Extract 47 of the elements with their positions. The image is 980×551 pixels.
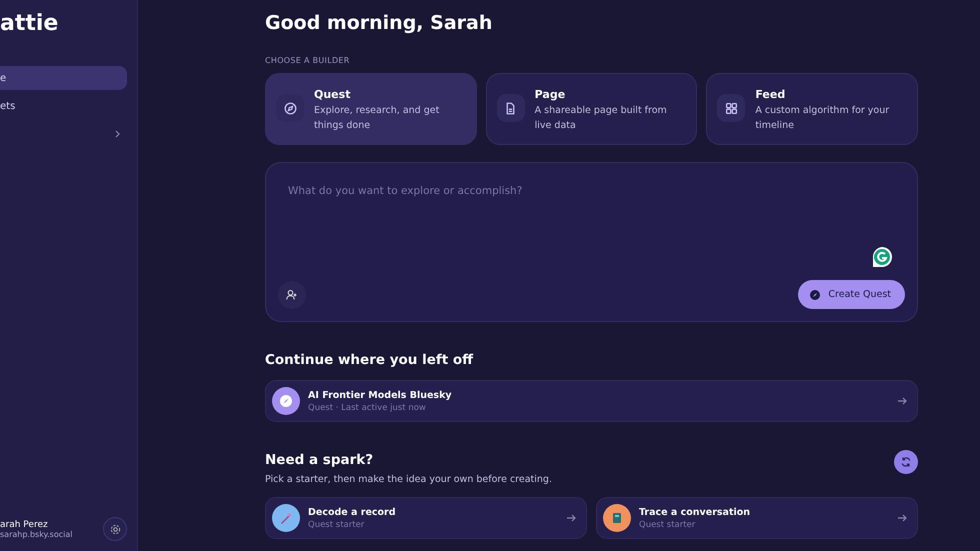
- add-person-icon: [286, 289, 298, 301]
- builder-card[interactable]: Page A shareable page built from live data: [486, 73, 698, 145]
- document-icon: [504, 102, 518, 114]
- section-heading: Need a spark?: [265, 452, 374, 468]
- writing-assistant-icon[interactable]: [871, 246, 893, 268]
- create-quest-button[interactable]: Create Quest: [798, 280, 905, 309]
- greeting: Good morning, Sarah: [265, 12, 494, 34]
- builder-description: Explore, research, and get things done: [314, 104, 440, 133]
- starter-title: Trace a conversation: [639, 506, 750, 518]
- section-subtitle: Pick a starter, then make the idea your own before creating.: [265, 474, 552, 485]
- recent-meta: Quest · Last active just now: [308, 402, 427, 412]
- grid-icon: [724, 102, 738, 114]
- profile-name: arah Perez: [0, 520, 49, 530]
- refresh-button[interactable]: [894, 450, 918, 474]
- starter-title: Decode a record: [308, 506, 396, 518]
- nav-item[interactable]: e: [0, 66, 127, 90]
- starter-meta: Quest starter: [308, 520, 366, 530]
- compass-icon: [284, 102, 296, 114]
- app-logo: attie: [0, 10, 60, 38]
- profile-handle: sarahp.bsky.social: [0, 530, 72, 538]
- compass-icon: [272, 387, 300, 415]
- section-heading: Continue where you left off: [265, 352, 474, 368]
- section-label: CHOOSE A BUILDER: [265, 56, 351, 65]
- builder-card[interactable]: Feed A custom algorithm for your timeline: [706, 73, 918, 145]
- recent-title: AI Frontier Models Bluesky: [308, 390, 452, 400]
- starter-card[interactable]: Trace a conversation Quest starter: [596, 497, 918, 539]
- arrow-right-icon: [897, 513, 907, 523]
- gear-icon: [110, 524, 120, 534]
- settings-button[interactable]: [103, 517, 127, 541]
- arrow-right-icon: [897, 396, 907, 406]
- builder-description: A shareable page built from live data: [534, 104, 668, 133]
- prompt-field[interactable]: What do you want to explore or accomplish? Create Quest: [265, 162, 918, 322]
- builder-title: Feed: [755, 88, 786, 101]
- builder-description: A custom algorithm for your timeline: [755, 104, 890, 133]
- refresh-icon: [900, 456, 912, 468]
- recent-item[interactable]: AI Frontier Models Bluesky Quest · Last active just now: [265, 380, 918, 422]
- compass-icon: [810, 290, 820, 300]
- arrow-right-icon: [566, 513, 576, 523]
- add-person-button[interactable]: [278, 281, 306, 309]
- builder-title: Page: [534, 88, 566, 101]
- starter-card[interactable]: Decode a record Quest starter: [265, 497, 587, 539]
- nav-item[interactable]: ets: [0, 94, 127, 118]
- book-icon: [603, 504, 631, 532]
- chevron-right-icon: [115, 130, 121, 138]
- builder-card[interactable]: Quest Explore, research, and get things done: [265, 73, 477, 145]
- builder-title: Quest: [314, 88, 352, 101]
- starter-meta: Quest starter: [639, 520, 696, 530]
